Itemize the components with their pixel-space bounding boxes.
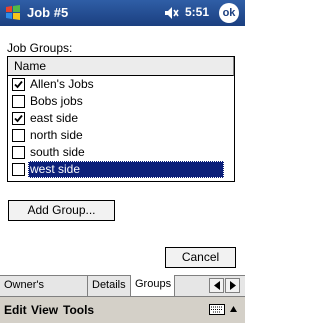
start-menu-icon[interactable]: [3, 3, 23, 23]
group-checkbox[interactable]: [12, 129, 25, 142]
add-group-button[interactable]: Add Group...: [8, 200, 115, 221]
cancel-button[interactable]: Cancel: [165, 247, 236, 268]
group-checkbox[interactable]: [12, 95, 25, 108]
group-label: south side: [30, 145, 85, 159]
ok-button[interactable]: ok: [219, 3, 239, 23]
tab-bar: Owner's Phones Details Groups: [0, 275, 245, 310]
menu-edit[interactable]: Edit: [4, 303, 27, 317]
group-label: Allen's Jobs: [30, 77, 94, 91]
group-label: east side: [30, 111, 79, 125]
list-item[interactable]: south side: [8, 144, 234, 161]
list-item-selected[interactable]: west side: [8, 161, 234, 178]
window-title: Job #5: [27, 5, 69, 20]
job-groups-list[interactable]: Name Allen's Jobs Bobs jobs east side no…: [7, 56, 235, 182]
list-item[interactable]: Bobs jobs: [8, 93, 234, 110]
group-checkbox[interactable]: [12, 146, 25, 159]
triangle-up-icon[interactable]: [230, 305, 237, 313]
tab-scroll-right-button[interactable]: [225, 278, 240, 293]
tab-groups[interactable]: Groups: [130, 275, 175, 296]
menu-view[interactable]: View: [31, 303, 58, 317]
arrow-right-icon: [230, 281, 236, 290]
group-label: north side: [30, 128, 83, 142]
clock[interactable]: 5:51: [185, 5, 209, 19]
list-item[interactable]: east side: [8, 110, 234, 127]
list-item[interactable]: north side: [8, 127, 234, 144]
group-checkbox[interactable]: [12, 78, 25, 91]
menu-bar: Edit View Tools: [0, 296, 245, 323]
arrow-left-icon: [214, 281, 220, 290]
menu-tools[interactable]: Tools: [63, 303, 94, 317]
tab-scroll-left-button[interactable]: [209, 278, 224, 293]
title-bar: Job #5 5:51 ok: [0, 0, 245, 26]
group-label: west side: [28, 161, 224, 178]
list-item[interactable]: Allen's Jobs: [8, 76, 234, 93]
group-checkbox[interactable]: [12, 163, 25, 176]
column-header-name[interactable]: Name: [8, 57, 234, 76]
keyboard-icon[interactable]: [209, 304, 225, 315]
job-groups-label: Job Groups:: [7, 41, 73, 55]
group-label: Bobs jobs: [30, 94, 83, 108]
tab-details[interactable]: Details: [88, 276, 131, 296]
speaker-icon[interactable]: [164, 6, 180, 20]
tab-owners-phones[interactable]: Owner's Phones: [0, 276, 88, 310]
group-checkbox[interactable]: [12, 112, 25, 125]
